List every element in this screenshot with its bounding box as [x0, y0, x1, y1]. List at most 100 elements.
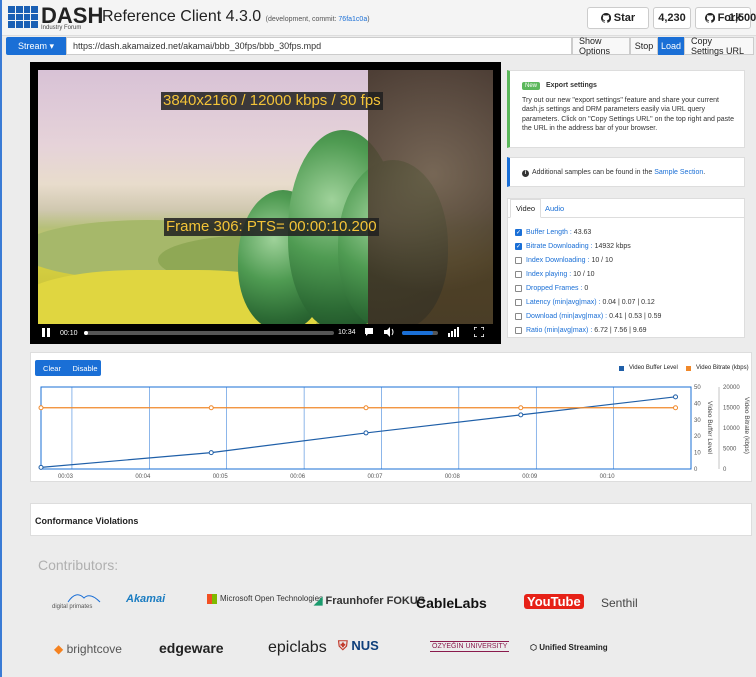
x-tick-label: 00:07: [367, 474, 383, 480]
stat-value: 14932 kbps: [594, 243, 631, 250]
quality-icon[interactable]: [448, 327, 459, 337]
checkbox[interactable]: ✓: [515, 229, 522, 236]
buffer-bitrate-chart: 00:03 00:04 00:05 00:06 00:07 00:08 00:09 00:10…: [38, 385, 750, 480]
stat-value: 0.41 | 0.53 | 0.59: [609, 313, 662, 320]
contributor-name: NUS: [351, 638, 379, 653]
data-point: [208, 405, 214, 411]
clear-chart-button[interactable]: Clear: [35, 360, 69, 376]
conformance-panel: Conformance Violations: [30, 503, 752, 536]
stat-row[interactable]: Dropped Frames :0: [515, 283, 588, 294]
stat-row[interactable]: Index playing :10 / 10: [515, 269, 595, 280]
contributor-logo[interactable]: CableLabs: [416, 595, 487, 611]
contributor-logo[interactable]: ◆ brightcove: [54, 642, 122, 656]
data-point: [673, 405, 679, 411]
dash-logo[interactable]: DASH Industry Forum: [8, 3, 103, 32]
volume-icon[interactable]: [384, 327, 395, 337]
checkbox[interactable]: [515, 327, 522, 334]
plot-area: [40, 386, 692, 470]
contributor-logo[interactable]: edgeware: [159, 640, 224, 656]
github-star-button[interactable]: Star: [587, 7, 649, 29]
y-right-tick-label: 0: [723, 467, 727, 473]
fork-count[interactable]: 1,500: [727, 7, 756, 29]
contributor-logo[interactable]: ⬡ Unified Streaming: [530, 643, 608, 652]
disable-chart-button[interactable]: Disable: [69, 360, 101, 376]
checkbox[interactable]: [515, 271, 522, 278]
contributor-logo[interactable]: YouTube: [524, 594, 584, 609]
youtube-icon: YouTube: [524, 594, 584, 609]
frame-overlay: Frame 306: PTS= 00:00:10.200: [164, 218, 379, 236]
y-right-tick-label: 15000: [723, 406, 740, 412]
data-point: [208, 450, 214, 456]
x-tick-label: 00:06: [290, 474, 306, 480]
fullscreen-icon[interactable]: [474, 327, 484, 337]
app-title-text: Reference Client 4.3.0: [102, 8, 262, 25]
contributor-name: YouTube: [527, 594, 581, 609]
checkbox[interactable]: [515, 257, 522, 264]
checkbox[interactable]: [515, 299, 522, 306]
seek-bar[interactable]: [84, 331, 334, 335]
stat-row[interactable]: ✓ Buffer Length :43.63: [515, 227, 591, 238]
stat-row[interactable]: Download (min|avg|max) :0.41 | 0.53 | 0.…: [515, 311, 661, 322]
data-point: [363, 430, 369, 436]
video-player[interactable]: 3840x2160 / 12000 kbps / 30 fps Frame 30…: [30, 62, 501, 344]
checkbox[interactable]: ✓: [515, 243, 522, 250]
stop-button[interactable]: Stop: [630, 37, 658, 55]
contributor-logo[interactable]: ◢ Fraunhofer FOKUS: [314, 594, 425, 607]
stream-url-input[interactable]: https://dash.akamaized.net/akamai/bbb_30…: [66, 37, 572, 55]
y-right-tick-label: 5000: [723, 447, 737, 453]
current-time: 00:10: [60, 329, 78, 337]
y-left-tick-label: 20: [694, 434, 701, 440]
contributor-logo[interactable]: epiclabs: [268, 639, 327, 657]
contributor-logo[interactable]: ⛨ NUS: [338, 638, 379, 654]
contributor-name: Fraunhofer FOKUS: [325, 595, 426, 607]
stats-tabs: Video Audio: [508, 199, 744, 218]
stat-value: 6.72 | 7.56 | 9.69: [594, 327, 647, 334]
legend-item-bitrate[interactable]: Video Bitrate (kbps): [686, 365, 749, 371]
chart-panel: Clear Disable Video Buffer Level Video B…: [30, 352, 752, 482]
stream-dropdown-button[interactable]: Stream ▾: [6, 37, 66, 55]
unified-streaming-icon: ⬡: [530, 643, 537, 652]
contributors-title: Contributors:: [38, 557, 119, 573]
y-right-axis-label: Video Bitrate (kbps): [743, 397, 750, 454]
checkbox[interactable]: [515, 285, 522, 292]
copy-settings-url-button[interactable]: Copy Settings URL: [684, 36, 754, 56]
checkbox[interactable]: [515, 313, 522, 320]
caption-icon[interactable]: [364, 327, 374, 337]
show-options-button[interactable]: Show Options: [572, 36, 630, 56]
dash-logo-mark-icon: [8, 6, 38, 28]
microsoft-icon: [207, 594, 217, 604]
stat-row[interactable]: Ratio (min|avg|max) :6.72 | 7.56 | 9.69: [515, 325, 647, 336]
new-badge: New: [522, 82, 541, 90]
star-count[interactable]: 4,230: [653, 7, 691, 29]
pause-icon[interactable]: [42, 328, 52, 338]
stat-row[interactable]: ✓ Bitrate Downloading :14932 kbps: [515, 241, 631, 252]
page-title: Reference Client 4.3.0 (development, com…: [102, 8, 370, 26]
digital-primates-icon: [67, 594, 101, 603]
y-left-tick-label: 0: [694, 467, 698, 473]
load-button[interactable]: Load: [658, 37, 684, 55]
stat-value: 10 / 10: [573, 271, 595, 278]
total-time: 10:34: [338, 329, 356, 336]
tab-video[interactable]: Video: [510, 199, 542, 218]
volume-slider[interactable]: [402, 331, 438, 335]
stat-row[interactable]: Index Downloading :10 / 10: [515, 255, 613, 266]
commit-link[interactable]: 76fa1c0a: [338, 16, 367, 23]
legend-item-buffer[interactable]: Video Buffer Level: [619, 365, 678, 371]
contributor-logo[interactable]: Senthil: [601, 596, 638, 610]
tab-audio[interactable]: Audio: [540, 199, 569, 218]
contributor-name: edgeware: [159, 640, 224, 656]
stream-url-bar: Stream ▾ https://dash.akamaized.net/akam…: [6, 36, 756, 56]
data-point: [363, 405, 369, 411]
y-left-tick-label: 50: [694, 385, 701, 391]
stat-label: Buffer Length :: [526, 229, 572, 236]
sample-section-link[interactable]: Sample Section: [654, 169, 703, 176]
y-right-tick-label: 10000: [723, 426, 740, 432]
contributor-logo[interactable]: Microsoft Open Technologies: [207, 594, 323, 604]
info-icon: i: [522, 170, 529, 177]
contributor-logo[interactable]: ÖZYEĞİN UNIVERSITY: [430, 641, 510, 652]
contributor-logo[interactable]: digital primates: [52, 590, 102, 610]
stat-row[interactable]: Latency (min|avg|max) :0.04 | 0.07 | 0.1…: [515, 297, 655, 308]
contributor-logo[interactable]: Akamai: [126, 593, 165, 605]
stat-value: 10 / 10: [591, 257, 613, 264]
y-left-axis-label: Video Buffer Level: [706, 401, 713, 454]
